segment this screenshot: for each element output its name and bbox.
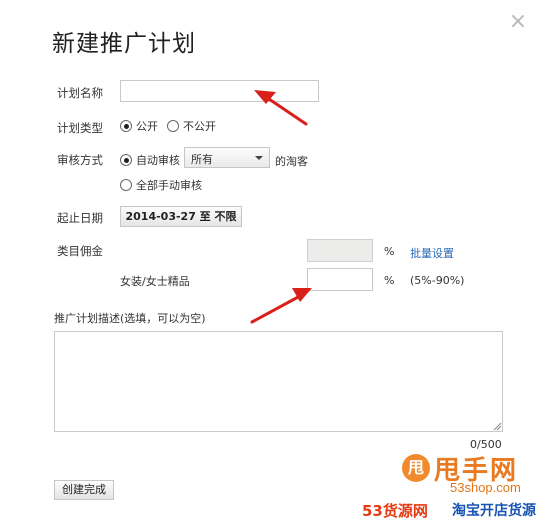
- watermark-slogan: 淘宝开店货源: [452, 503, 536, 519]
- close-icon[interactable]: ×: [508, 11, 528, 33]
- plan-type-public-label: 公开: [136, 120, 158, 133]
- review-auto-radio[interactable]: 自动审核: [120, 152, 180, 168]
- plan-name-input[interactable]: [120, 80, 319, 102]
- radio-unchecked-icon: [167, 120, 179, 132]
- batch-setting-link[interactable]: 批量设置: [410, 245, 454, 261]
- review-scope-value: 所有: [191, 153, 213, 166]
- review-suffix: 的淘客: [275, 155, 308, 168]
- category-commission-input[interactable]: [307, 268, 373, 291]
- radio-unchecked-icon: [120, 179, 132, 191]
- review-scope-select[interactable]: 所有: [184, 147, 270, 168]
- commission-label: 类目佣金: [57, 244, 103, 258]
- commission-range-hint: (5%-90%): [410, 274, 465, 287]
- radio-checked-icon: [120, 154, 132, 166]
- category-label: 女装/女士精品: [120, 275, 190, 288]
- review-manual-label: 全部手动审核: [136, 179, 202, 192]
- review-label: 审核方式: [57, 153, 103, 167]
- description-textarea[interactable]: [54, 331, 503, 432]
- review-manual-radio[interactable]: 全部手动审核: [120, 177, 202, 193]
- plan-type-public-radio[interactable]: 公开: [120, 118, 158, 134]
- annotation-arrows: [250, 90, 312, 324]
- plan-type-label: 计划类型: [57, 121, 103, 135]
- plan-type-private-label: 不公开: [183, 120, 216, 133]
- percent-sign: %: [384, 274, 395, 287]
- watermark-logo: 甩 甩手网 53shop.com: [398, 448, 546, 504]
- chevron-down-icon: [255, 156, 263, 160]
- radio-checked-icon: [120, 120, 132, 132]
- watermark-badge: 甩: [402, 454, 430, 482]
- commission-batch-input: [307, 239, 373, 262]
- percent-sign: %: [384, 245, 395, 258]
- create-button[interactable]: 创建完成: [54, 480, 114, 500]
- date-range-button[interactable]: 2014-03-27 至 不限: [120, 206, 242, 227]
- plan-name-label: 计划名称: [57, 86, 103, 100]
- review-auto-label: 自动审核: [136, 154, 180, 167]
- resize-grip-icon[interactable]: [493, 422, 502, 431]
- description-label: 推广计划描述(选填，可以为空): [54, 312, 206, 325]
- annotation-arrow-bottom: [250, 288, 312, 324]
- plan-type-private-radio[interactable]: 不公开: [167, 118, 216, 134]
- date-label: 起止日期: [57, 211, 103, 225]
- watermark-site-name: 53货源网: [362, 502, 428, 520]
- watermark-url: 53shop.com: [450, 480, 521, 495]
- dialog-title: 新建推广计划: [52, 31, 196, 57]
